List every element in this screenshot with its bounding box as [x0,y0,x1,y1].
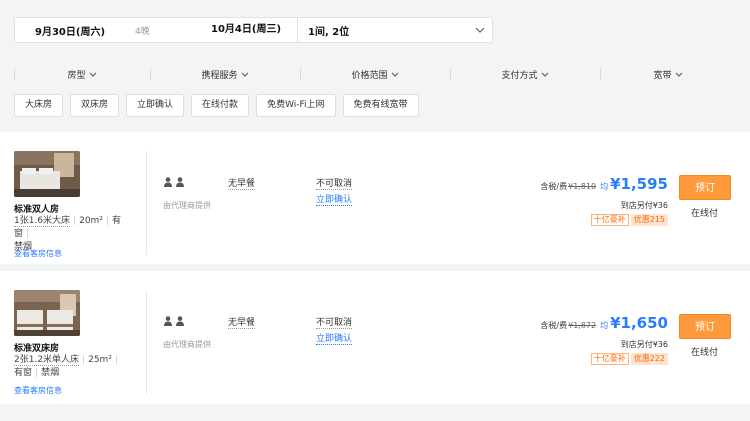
filter-room-type[interactable]: 房型 [14,66,150,82]
filter-ctrip-service[interactable]: 携程服务 [150,66,300,82]
cancel-policy[interactable]: 不可取消 [316,176,353,190]
price[interactable]: ¥1,595 [610,175,668,193]
window-info: 有窗 [14,368,33,378]
checkout-date[interactable]: 10月4日(周三) [191,17,298,43]
payment-type: 在线付 [691,209,719,219]
chevron-down-icon [391,70,399,79]
bed-type[interactable]: 2张1.2米单人床 [14,355,80,366]
nights-count: 4晚 [135,26,150,37]
filter-broadband[interactable]: 宽带 [600,66,736,82]
bed-type[interactable]: 1张1.6米大床 [14,216,71,227]
filter-price-range[interactable]: 价格范围 [300,66,450,82]
room-info-link[interactable]: 查看客房信息 [14,385,62,396]
avg-label: 均 [600,321,609,330]
chevron-down-icon [241,70,249,79]
filter-payment-method[interactable]: 支付方式 [450,66,600,82]
room-name[interactable]: 标准双床房 [14,341,59,354]
room-name[interactable]: 标准双人房 [14,202,59,215]
original-price: ¥1,810 [568,182,597,191]
price[interactable]: ¥1,650 [610,314,668,332]
divider [146,290,147,394]
quick-filter-tags: 大床房 双床房 立即确认 在线付款 免费Wi-Fi上网 免费有线宽带 [14,94,426,117]
smoking-policy: 禁烟 [41,368,60,378]
payment-type: 在线付 [691,348,719,358]
tag-twin-bed[interactable]: 双床房 [70,94,120,117]
room-specs: 2张1.2米单人床 | 25m² | 有窗 | 禁烟 [14,355,118,378]
room-photo[interactable] [14,290,80,336]
room-card: 标准双人房 1张1.6米大床 | 20m² | 有窗 | 禁烟 查看客房信息 由代理商提供 … [0,132,750,264]
chevron-down-icon[interactable] [468,25,492,36]
hotel-extra-fee: 到店另付¥36 [620,201,668,210]
promo-badges: 十亿豪补 优惠222 [590,353,668,365]
chevron-down-icon [675,70,683,79]
confirm-type[interactable]: 立即确认 [316,192,353,206]
room-card: 标准双床房 2张1.2米单人床 | 25m² | 有窗 | 禁烟 查看客房信息 由代理商提供… [0,271,750,404]
person-icon [164,316,184,326]
price-line: 含税/费 ¥1,872 均 ¥1,650 [540,314,668,332]
chevron-down-icon [541,70,549,79]
divider [146,151,147,255]
original-price: ¥1,872 [568,321,597,330]
checkin-date[interactable]: 9月30日(周六) [15,23,135,38]
discount-badge[interactable]: 优惠215 [630,214,668,226]
book-button[interactable]: 预订 [679,175,731,200]
person-icon [164,177,184,187]
confirm-type[interactable]: 立即确认 [316,331,353,345]
room-photo[interactable] [14,151,80,197]
book-button[interactable]: 预订 [679,314,731,339]
cancel-policy[interactable]: 不可取消 [316,315,353,329]
subsidy-badge[interactable]: 十亿豪补 [590,353,629,365]
guest-capacity [164,177,186,190]
tax-label: 含税/费 [540,321,568,330]
room-area: 20m² [79,216,103,226]
meal-plan[interactable]: 无早餐 [228,315,256,329]
hotel-extra-fee: 到店另付¥36 [620,340,668,349]
promo-badges: 十亿豪补 优惠215 [590,214,668,226]
tag-free-wifi[interactable]: 免费Wi-Fi上网 [256,94,336,117]
price-line: 含税/费 ¥1,810 均 ¥1,595 [540,175,668,193]
room-area: 25m² [88,355,112,365]
supplier-note: 由代理商提供 [163,201,211,210]
subsidy-badge[interactable]: 十亿豪补 [590,214,629,226]
tag-king-bed[interactable]: 大床房 [14,94,64,117]
tag-free-wired-broadband[interactable]: 免费有线宽带 [342,94,419,117]
tag-instant-confirm[interactable]: 立即确认 [126,94,185,117]
avg-label: 均 [600,182,609,191]
meal-plan[interactable]: 无早餐 [228,176,256,190]
rooms-guests-selector[interactable]: 1间, 2位 [298,23,468,38]
filter-bar: 房型 携程服务 价格范围 支付方式 宽带 [14,66,750,82]
discount-badge[interactable]: 优惠222 [630,353,668,365]
tax-label: 含税/费 [540,182,568,191]
guest-capacity [164,316,186,329]
tag-online-payment[interactable]: 在线付款 [191,94,250,117]
room-info-link[interactable]: 查看客房信息 [14,248,62,259]
supplier-note: 由代理商提供 [163,340,211,349]
date-guest-search-bar[interactable]: 9月30日(周六) 4晚 10月4日(周三) 1间, 2位 [14,17,493,43]
chevron-down-icon [89,70,97,79]
